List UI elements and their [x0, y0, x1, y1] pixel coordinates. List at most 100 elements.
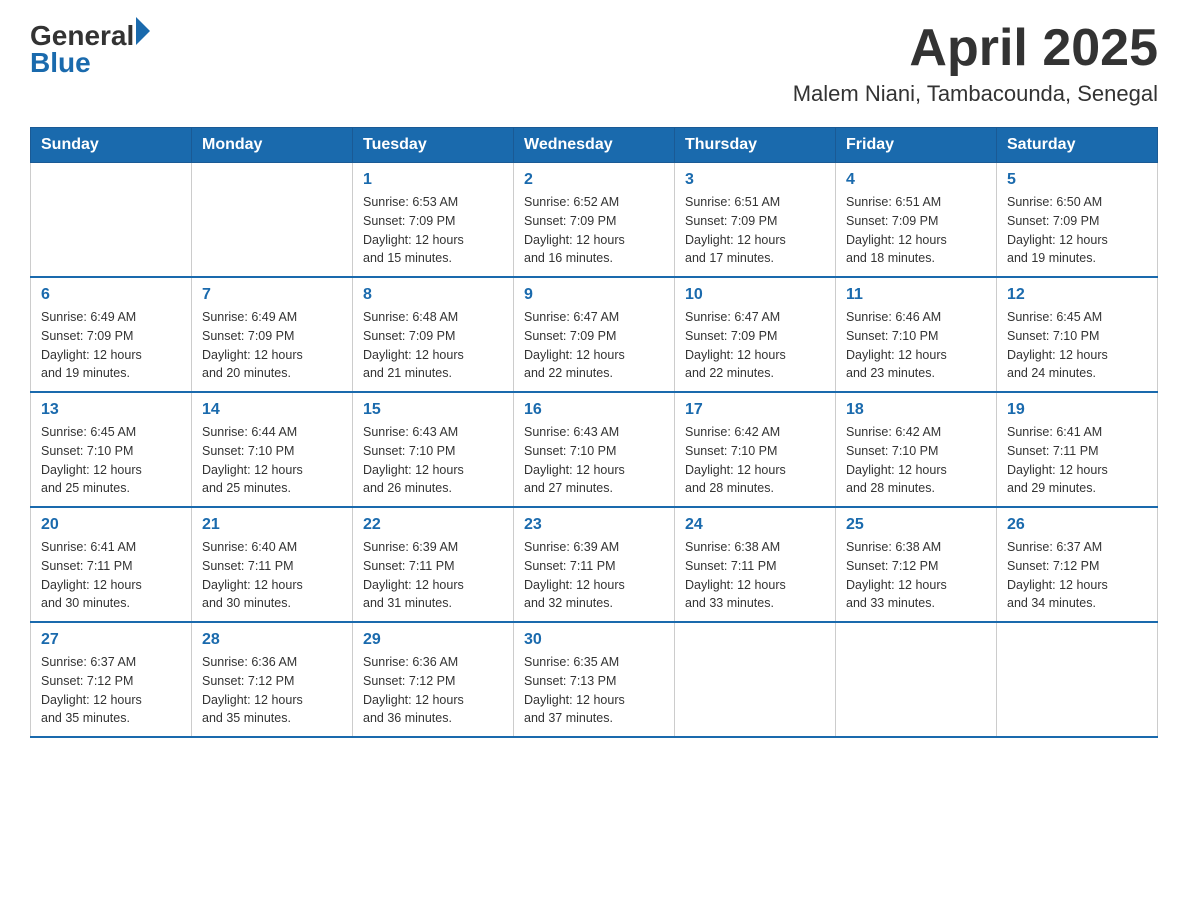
- calendar-title: April 2025: [793, 20, 1158, 77]
- calendar-header-thursday: Thursday: [675, 128, 836, 163]
- calendar-cell: 29 Sunrise: 6:36 AM Sunset: 7:12 PM Dayli…: [353, 622, 514, 737]
- day-number: 30: [524, 631, 664, 649]
- day-info: Sunrise: 6:37 AM Sunset: 7:12 PM Dayligh…: [1007, 538, 1147, 613]
- day-info: Sunrise: 6:47 AM Sunset: 7:09 PM Dayligh…: [524, 308, 664, 383]
- calendar-cell: [997, 622, 1158, 737]
- calendar-cell: [675, 622, 836, 737]
- calendar-cell: 21 Sunrise: 6:40 AM Sunset: 7:11 PM Dayli…: [192, 507, 353, 622]
- day-info: Sunrise: 6:43 AM Sunset: 7:10 PM Dayligh…: [524, 423, 664, 498]
- day-number: 8: [363, 286, 503, 304]
- day-info: Sunrise: 6:38 AM Sunset: 7:11 PM Dayligh…: [685, 538, 825, 613]
- day-info: Sunrise: 6:41 AM Sunset: 7:11 PM Dayligh…: [41, 538, 181, 613]
- day-info: Sunrise: 6:39 AM Sunset: 7:11 PM Dayligh…: [524, 538, 664, 613]
- day-info: Sunrise: 6:48 AM Sunset: 7:09 PM Dayligh…: [363, 308, 503, 383]
- day-number: 10: [685, 286, 825, 304]
- day-number: 24: [685, 516, 825, 534]
- day-number: 4: [846, 171, 986, 189]
- calendar-header-wednesday: Wednesday: [514, 128, 675, 163]
- calendar-cell: 27 Sunrise: 6:37 AM Sunset: 7:12 PM Dayli…: [31, 622, 192, 737]
- day-info: Sunrise: 6:52 AM Sunset: 7:09 PM Dayligh…: [524, 193, 664, 268]
- calendar-cell: 9 Sunrise: 6:47 AM Sunset: 7:09 PM Daylig…: [514, 277, 675, 392]
- day-number: 29: [363, 631, 503, 649]
- calendar-cell: 8 Sunrise: 6:48 AM Sunset: 7:09 PM Daylig…: [353, 277, 514, 392]
- day-number: 21: [202, 516, 342, 534]
- calendar-cell: 5 Sunrise: 6:50 AM Sunset: 7:09 PM Daylig…: [997, 163, 1158, 278]
- day-info: Sunrise: 6:49 AM Sunset: 7:09 PM Dayligh…: [41, 308, 181, 383]
- day-info: Sunrise: 6:42 AM Sunset: 7:10 PM Dayligh…: [846, 423, 986, 498]
- calendar-cell: 7 Sunrise: 6:49 AM Sunset: 7:09 PM Daylig…: [192, 277, 353, 392]
- calendar-header-sunday: Sunday: [31, 128, 192, 163]
- calendar-cell: 10 Sunrise: 6:47 AM Sunset: 7:09 PM Dayli…: [675, 277, 836, 392]
- day-number: 25: [846, 516, 986, 534]
- calendar-cell: 4 Sunrise: 6:51 AM Sunset: 7:09 PM Daylig…: [836, 163, 997, 278]
- calendar-cell: 23 Sunrise: 6:39 AM Sunset: 7:11 PM Dayli…: [514, 507, 675, 622]
- day-info: Sunrise: 6:35 AM Sunset: 7:13 PM Dayligh…: [524, 653, 664, 728]
- logo-triangle-icon: [136, 17, 150, 45]
- logo-blue-text: Blue: [30, 47, 150, 79]
- day-info: Sunrise: 6:51 AM Sunset: 7:09 PM Dayligh…: [846, 193, 986, 268]
- calendar-cell: 26 Sunrise: 6:37 AM Sunset: 7:12 PM Dayli…: [997, 507, 1158, 622]
- calendar-week-row: 6 Sunrise: 6:49 AM Sunset: 7:09 PM Daylig…: [31, 277, 1158, 392]
- day-info: Sunrise: 6:46 AM Sunset: 7:10 PM Dayligh…: [846, 308, 986, 383]
- day-number: 5: [1007, 171, 1147, 189]
- calendar-header-saturday: Saturday: [997, 128, 1158, 163]
- day-number: 23: [524, 516, 664, 534]
- day-info: Sunrise: 6:45 AM Sunset: 7:10 PM Dayligh…: [41, 423, 181, 498]
- logo: General Blue: [30, 20, 150, 79]
- calendar-week-row: 13 Sunrise: 6:45 AM Sunset: 7:10 PM Dayli…: [31, 392, 1158, 507]
- day-info: Sunrise: 6:37 AM Sunset: 7:12 PM Dayligh…: [41, 653, 181, 728]
- day-info: Sunrise: 6:40 AM Sunset: 7:11 PM Dayligh…: [202, 538, 342, 613]
- day-info: Sunrise: 6:44 AM Sunset: 7:10 PM Dayligh…: [202, 423, 342, 498]
- day-number: 2: [524, 171, 664, 189]
- day-number: 6: [41, 286, 181, 304]
- day-number: 22: [363, 516, 503, 534]
- calendar-subtitle: Malem Niani, Tambacounda, Senegal: [793, 81, 1158, 107]
- calendar-cell: 22Sunrise: 6:39 AM Sunset: 7:11 PM Dayli…: [353, 507, 514, 622]
- calendar-cell: 16 Sunrise: 6:43 AM Sunset: 7:10 PM Dayli…: [514, 392, 675, 507]
- calendar-header-row: SundayMondayTuesdayWednesdayThursdayFrid…: [31, 128, 1158, 163]
- calendar-header-tuesday: Tuesday: [353, 128, 514, 163]
- day-number: 19: [1007, 401, 1147, 419]
- calendar-cell: 17Sunrise: 6:42 AM Sunset: 7:10 PM Dayli…: [675, 392, 836, 507]
- day-number: 27: [41, 631, 181, 649]
- day-number: 15: [363, 401, 503, 419]
- day-info: Sunrise: 6:49 AM Sunset: 7:09 PM Dayligh…: [202, 308, 342, 383]
- day-number: 9: [524, 286, 664, 304]
- day-number: 20: [41, 516, 181, 534]
- day-number: 16: [524, 401, 664, 419]
- calendar-cell: 25 Sunrise: 6:38 AM Sunset: 7:12 PM Dayli…: [836, 507, 997, 622]
- calendar-cell: 1 Sunrise: 6:53 AM Sunset: 7:09 PM Daylig…: [353, 163, 514, 278]
- calendar-cell: [31, 163, 192, 278]
- day-number: 18: [846, 401, 986, 419]
- calendar-cell: 19 Sunrise: 6:41 AM Sunset: 7:11 PM Dayli…: [997, 392, 1158, 507]
- day-info: Sunrise: 6:36 AM Sunset: 7:12 PM Dayligh…: [202, 653, 342, 728]
- day-number: 3: [685, 171, 825, 189]
- day-info: Sunrise: 6:51 AM Sunset: 7:09 PM Dayligh…: [685, 193, 825, 268]
- day-number: 12: [1007, 286, 1147, 304]
- calendar-cell: [192, 163, 353, 278]
- calendar-cell: 14Sunrise: 6:44 AM Sunset: 7:10 PM Dayli…: [192, 392, 353, 507]
- day-number: 1: [363, 171, 503, 189]
- day-number: 7: [202, 286, 342, 304]
- calendar-cell: 18 Sunrise: 6:42 AM Sunset: 7:10 PM Dayli…: [836, 392, 997, 507]
- day-number: 28: [202, 631, 342, 649]
- day-info: Sunrise: 6:53 AM Sunset: 7:09 PM Dayligh…: [363, 193, 503, 268]
- calendar-cell: 2 Sunrise: 6:52 AM Sunset: 7:09 PM Daylig…: [514, 163, 675, 278]
- day-number: 26: [1007, 516, 1147, 534]
- calendar-cell: [836, 622, 997, 737]
- day-number: 11: [846, 286, 986, 304]
- day-info: Sunrise: 6:42 AM Sunset: 7:10 PM Dayligh…: [685, 423, 825, 498]
- calendar-cell: 30 Sunrise: 6:35 AM Sunset: 7:13 PM Dayli…: [514, 622, 675, 737]
- calendar-week-row: 20 Sunrise: 6:41 AM Sunset: 7:11 PM Dayli…: [31, 507, 1158, 622]
- day-number: 13: [41, 401, 181, 419]
- calendar-cell: 6 Sunrise: 6:49 AM Sunset: 7:09 PM Daylig…: [31, 277, 192, 392]
- title-block: April 2025 Malem Niani, Tambacounda, Sen…: [793, 20, 1158, 107]
- day-info: Sunrise: 6:43 AM Sunset: 7:10 PM Dayligh…: [363, 423, 503, 498]
- day-info: Sunrise: 6:36 AM Sunset: 7:12 PM Dayligh…: [363, 653, 503, 728]
- calendar-week-row: 1 Sunrise: 6:53 AM Sunset: 7:09 PM Daylig…: [31, 163, 1158, 278]
- day-info: Sunrise: 6:50 AM Sunset: 7:09 PM Dayligh…: [1007, 193, 1147, 268]
- day-info: Sunrise: 6:47 AM Sunset: 7:09 PM Dayligh…: [685, 308, 825, 383]
- calendar-cell: 28 Sunrise: 6:36 AM Sunset: 7:12 PM Dayli…: [192, 622, 353, 737]
- day-info: Sunrise: 6:41 AM Sunset: 7:11 PM Dayligh…: [1007, 423, 1147, 498]
- day-info: Sunrise: 6:38 AM Sunset: 7:12 PM Dayligh…: [846, 538, 986, 613]
